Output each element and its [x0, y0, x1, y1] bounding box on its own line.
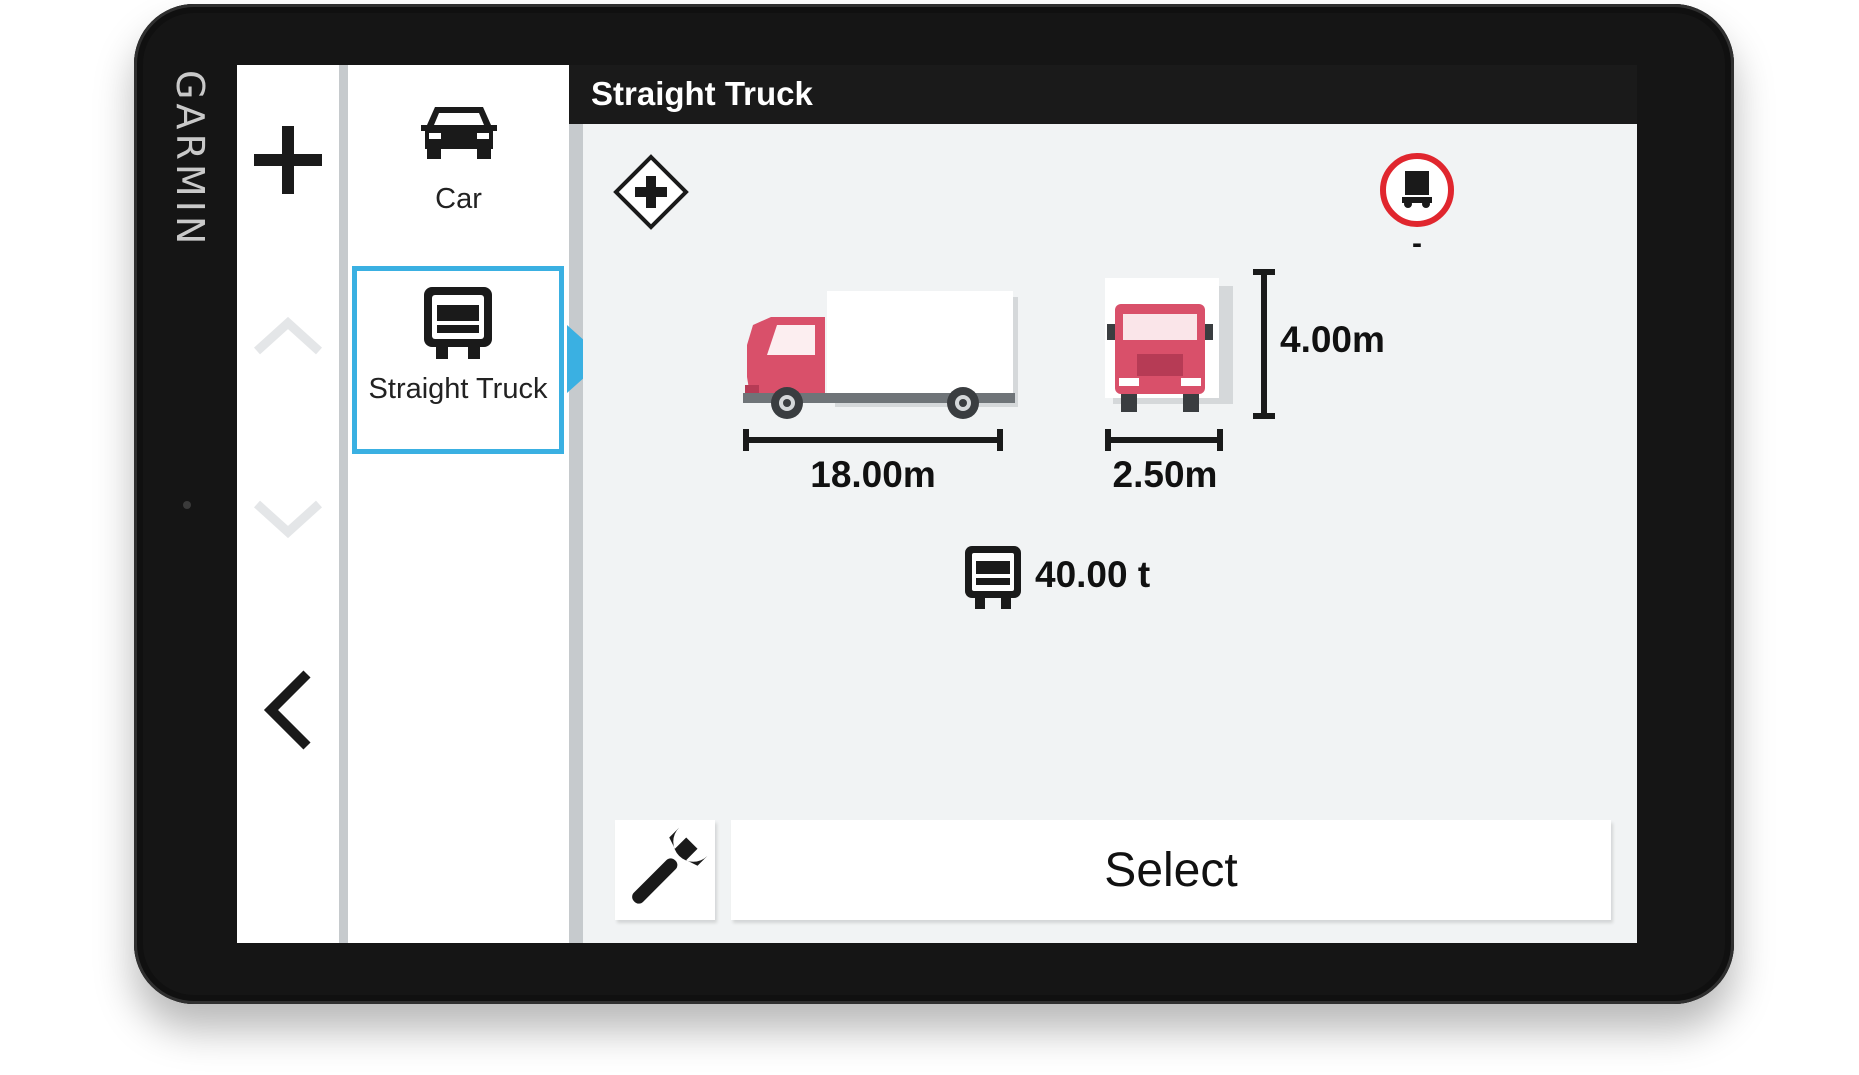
hazmat-icon[interactable] [613, 154, 689, 230]
truck-side-view-icon [743, 291, 1018, 419]
add-vehicle-button[interactable] [237, 115, 339, 205]
restriction-sign-icon [1380, 153, 1454, 227]
height-value: 4.00m [1280, 319, 1385, 360]
vehicle-profile-panel: - 18.00m 2.50m 4.00m 40.00 t Select [583, 124, 1637, 943]
select-button-label: Select [1104, 843, 1238, 897]
plus-icon [254, 126, 322, 194]
width-dimension-line [1105, 429, 1223, 451]
vehicle-item-label: Car [435, 183, 482, 215]
list-divider [569, 65, 583, 943]
length-dimension-line [743, 429, 1003, 451]
width-value: 2.50m [1112, 454, 1218, 495]
weight-truck-icon [965, 546, 1021, 609]
length-value: 18.00m [810, 454, 936, 495]
vehicle-list: Car Straight Truck [348, 65, 569, 943]
settings-button[interactable] [615, 820, 715, 920]
restriction-value: - [1412, 227, 1422, 260]
scroll-up-button[interactable] [237, 300, 339, 370]
truck-icon [424, 287, 492, 359]
garmin-logo: GARMIN [168, 70, 212, 249]
back-button[interactable] [237, 660, 339, 760]
back-arrow-icon [263, 670, 311, 750]
chevron-up-icon [253, 316, 323, 355]
truck-front-view-icon [1105, 278, 1233, 412]
height-dimension-line [1253, 269, 1275, 419]
scroll-down-button[interactable] [237, 485, 339, 555]
title-bar: Straight Truck [569, 65, 1637, 124]
vehicle-item-straight-truck[interactable]: Straight Truck [352, 266, 564, 454]
weight-value: 40.00 t [1035, 554, 1151, 595]
page-title: Straight Truck [591, 75, 813, 112]
left-rail [237, 65, 339, 943]
screen: Car Straight Truck Straight Truck - 18.0… [237, 65, 1637, 943]
vehicle-item-car[interactable]: Car [348, 87, 569, 257]
chevron-down-icon [253, 500, 323, 539]
vehicle-item-label: Straight Truck [368, 373, 548, 405]
light-sensor [183, 501, 191, 509]
wrench-icon [632, 827, 708, 904]
select-button[interactable]: Select [731, 820, 1611, 920]
rail-divider [339, 65, 348, 943]
car-icon [420, 107, 497, 159]
